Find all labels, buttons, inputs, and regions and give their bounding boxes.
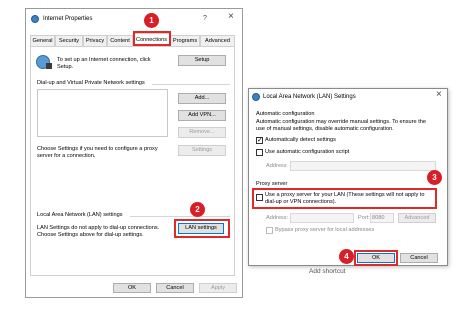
callout-1: 1 <box>144 13 159 28</box>
globe-icon <box>31 15 39 23</box>
advanced-button[interactable]: Advanced <box>398 213 436 223</box>
lan-text-1: LAN Settings do not apply to dial-up con… <box>37 225 160 231</box>
script-address-label: Address <box>266 163 287 169</box>
tab-general[interactable]: General <box>30 35 55 46</box>
bypass-checkbox[interactable] <box>266 227 273 234</box>
add-button[interactable]: Add... <box>178 93 226 104</box>
close-button[interactable]: × <box>228 12 234 22</box>
choose-settings-text-1: Choose Settings if you need to configure… <box>37 146 158 152</box>
choose-settings-text-2: server for a connection. <box>37 153 96 159</box>
lan-dialog-title: Local Area Network (LAN) Settings <box>263 94 356 100</box>
lan-text-2: Choose Settings above for dial-up settin… <box>37 232 144 238</box>
add-shortcut-label: Add shortcut <box>309 268 346 275</box>
internet-properties-title: Internet Properties <box>43 16 93 22</box>
callout-4: 4 <box>339 249 354 264</box>
lan-heading: Local Area Network (LAN) settings <box>37 212 123 218</box>
callout-3: 3 <box>427 170 442 185</box>
lan-close-button[interactable]: × <box>436 90 442 100</box>
auto-detect-label: Automatically detect settings <box>265 137 336 143</box>
lan-ok-highlight <box>354 250 398 266</box>
script-address-input[interactable] <box>290 161 436 171</box>
tab-privacy[interactable]: Privacy <box>83 35 107 46</box>
add-vpn-button[interactable]: Add VPN... <box>178 110 226 121</box>
callout-2: 2 <box>190 202 205 217</box>
connections-list[interactable] <box>37 89 168 137</box>
lan-globe-icon <box>252 93 260 101</box>
port-label: Port: <box>358 215 370 221</box>
setup-button[interactable]: Setup <box>178 55 226 66</box>
proxy-heading: Proxy server <box>256 181 288 187</box>
bypass-label: Bypass proxy server for local addresses <box>275 227 375 233</box>
proxy-address-input[interactable] <box>290 213 354 223</box>
use-script-checkbox[interactable] <box>256 149 263 156</box>
proxy-address-label: Address: <box>266 215 289 221</box>
auto-config-heading: Automatic configuration <box>256 111 315 117</box>
auto-config-desc-1: Automatic configuration may override man… <box>256 119 426 125</box>
ok-button[interactable]: OK <box>113 283 151 293</box>
proxy-checkbox-highlight <box>252 188 437 209</box>
dialup-heading: Dial-up and Virtual Private Network sett… <box>37 80 145 86</box>
apply-button[interactable]: Apply <box>199 283 237 293</box>
connections-tab-highlight <box>133 31 171 46</box>
help-button[interactable]: ? <box>203 15 207 22</box>
lan-cancel-button[interactable]: Cancel <box>400 253 438 263</box>
port-value: 8080 <box>372 215 385 221</box>
tab-security[interactable]: Security <box>55 35 83 46</box>
use-script-label: Use automatic configuration script <box>265 149 350 155</box>
network-plug-icon <box>46 63 52 69</box>
settings-button[interactable]: Settings <box>178 145 226 156</box>
tab-programs[interactable]: Programs <box>170 35 200 46</box>
tab-advanced[interactable]: Advanced <box>200 35 235 46</box>
cancel-button[interactable]: Cancel <box>156 283 194 293</box>
auto-detect-checkbox[interactable] <box>256 136 263 145</box>
remove-button[interactable]: Remove... <box>178 127 226 138</box>
tab-content[interactable]: Content <box>107 35 133 46</box>
auto-config-desc-2: use of manual settings, disable automati… <box>256 126 394 132</box>
dialup-divider <box>152 84 230 85</box>
setup-text: To set up an Internet connection, click … <box>57 57 151 70</box>
lan-divider <box>130 216 230 217</box>
lan-settings-highlight <box>174 219 230 238</box>
